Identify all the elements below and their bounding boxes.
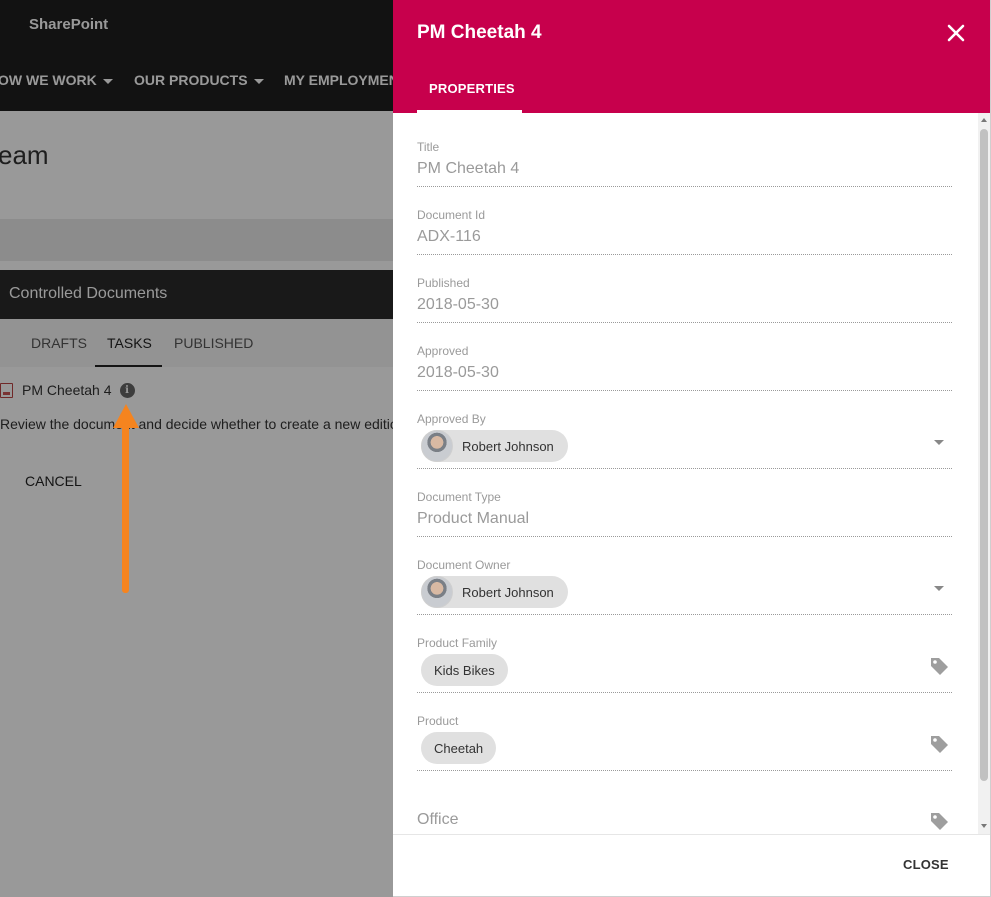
field-placeholder: Office	[417, 811, 459, 828]
panel-header: PM Cheetah 4 PROPERTIES	[393, 0, 990, 113]
field-label: Title	[417, 140, 440, 154]
field-office[interactable]: Office	[417, 803, 952, 834]
field-value: PM Cheetah 4	[417, 160, 520, 177]
properties-panel: PM Cheetah 4 PROPERTIES Title PM Cheetah…	[393, 0, 991, 897]
tag-chip[interactable]: Kids Bikes	[421, 654, 508, 686]
field-document-id[interactable]: Document Id ADX-116	[417, 208, 952, 255]
field-value: 2018-05-30	[417, 364, 499, 381]
scroll-down-icon[interactable]	[981, 824, 987, 828]
close-button[interactable]: CLOSE	[903, 857, 949, 872]
field-document-type[interactable]: Document Type Product Manual	[417, 490, 952, 537]
highlight-arrow-shaft	[122, 425, 129, 593]
field-published[interactable]: Published 2018-05-30	[417, 276, 952, 323]
field-value: 2018-05-30	[417, 296, 499, 313]
chevron-down-icon[interactable]	[934, 440, 944, 445]
field-label: Document Id	[417, 208, 486, 222]
tag-chip[interactable]: Cheetah	[421, 732, 497, 764]
panel-footer: CLOSE	[393, 834, 990, 896]
person-name: Robert Johnson	[462, 438, 554, 454]
tag-icon[interactable]	[929, 734, 949, 754]
field-label: Published	[417, 276, 470, 290]
field-product[interactable]: Product Cheetah	[417, 714, 952, 771]
field-label: Product	[417, 714, 459, 728]
field-value: ADX-116	[417, 228, 481, 245]
field-approved[interactable]: Approved 2018-05-30	[417, 344, 952, 391]
field-label: Document Owner	[417, 558, 511, 572]
tag-icon[interactable]	[929, 656, 949, 676]
scrollbar[interactable]	[978, 113, 990, 834]
field-document-owner[interactable]: Document Owner Robert Johnson	[417, 558, 952, 615]
field-label: Approved By	[417, 412, 486, 426]
close-icon[interactable]	[945, 22, 967, 44]
person-name: Robert Johnson	[462, 584, 554, 600]
field-approved-by[interactable]: Approved By Robert Johnson	[417, 412, 952, 469]
scroll-thumb[interactable]	[980, 129, 988, 781]
tag-icon[interactable]	[929, 811, 949, 831]
properties-form: Title PM Cheetah 4 Document Id ADX-116 P…	[393, 113, 978, 834]
panel-title: PM Cheetah 4	[417, 22, 542, 43]
field-label: Product Family	[417, 636, 498, 650]
chevron-down-icon[interactable]	[934, 586, 944, 591]
tab-properties[interactable]: PROPERTIES	[429, 81, 515, 96]
person-chip[interactable]: Robert Johnson	[421, 576, 568, 608]
avatar	[421, 576, 453, 608]
person-chip[interactable]: Robert Johnson	[421, 430, 568, 462]
field-title[interactable]: Title PM Cheetah 4	[417, 140, 952, 187]
field-label: Document Type	[417, 490, 501, 504]
avatar	[421, 430, 453, 462]
scroll-up-icon[interactable]	[981, 118, 987, 122]
field-product-family[interactable]: Product Family Kids Bikes	[417, 636, 952, 693]
highlight-arrow-icon	[113, 404, 139, 428]
field-value: Product Manual	[417, 510, 530, 527]
field-label: Approved	[417, 344, 469, 358]
